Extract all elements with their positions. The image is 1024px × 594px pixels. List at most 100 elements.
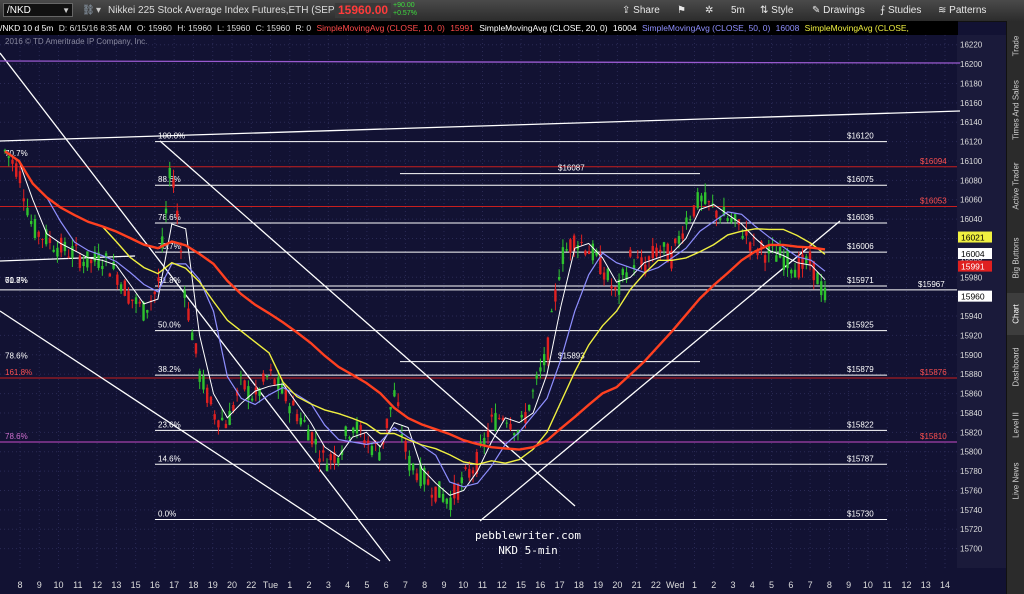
y-tick-label: 15760 xyxy=(960,486,983,495)
tab-dashboard[interactable]: Dashboard xyxy=(1007,335,1024,399)
x-tick-label: 15 xyxy=(516,580,526,590)
candle-body xyxy=(610,286,613,289)
price-tag-label: 16021 xyxy=(961,233,985,243)
x-tick-label: 10 xyxy=(54,580,64,590)
candle-body xyxy=(550,311,553,313)
level-label: $15876 xyxy=(920,368,947,377)
candle-body xyxy=(808,251,812,265)
studies-button[interactable]: ⨍ Studies xyxy=(880,0,921,21)
candle-body xyxy=(415,473,419,481)
candle-body xyxy=(520,414,523,418)
dropdown-icon[interactable]: ▾ xyxy=(96,0,101,21)
candle-body xyxy=(805,256,808,264)
candle-body xyxy=(539,367,542,372)
x-tick-label: Wed xyxy=(666,580,684,590)
candle-body xyxy=(393,390,396,397)
x-tick-label: Tue xyxy=(263,580,278,590)
tab-active-trader[interactable]: Active Trader xyxy=(1007,149,1024,223)
x-tick-label: 17 xyxy=(169,580,179,590)
chevron-down-icon[interactable]: ▼ xyxy=(62,4,70,18)
candle-body xyxy=(490,414,493,417)
gear-icon[interactable]: ✲ xyxy=(705,0,713,21)
candle-body xyxy=(355,421,359,434)
y-tick-label: 16160 xyxy=(960,99,983,108)
x-tick-label: 17 xyxy=(555,580,565,590)
y-tick-label: 16100 xyxy=(960,157,983,166)
y-tick-label: 15820 xyxy=(960,428,983,437)
fib-value-label: $15879 xyxy=(847,365,874,374)
right-sidebar: Trade Times And Sales Active Trader Big … xyxy=(1006,21,1024,594)
x-tick-label: 5 xyxy=(364,580,369,590)
candle-body xyxy=(67,256,70,258)
drawings-icon: ✎ xyxy=(812,5,824,16)
style-button[interactable]: ⇅ Style xyxy=(760,0,793,21)
fib-value-label: $16075 xyxy=(847,175,874,184)
price-tag-label: 15991 xyxy=(961,262,985,272)
x-tick-label: 7 xyxy=(403,580,408,590)
candle-body xyxy=(629,249,632,257)
fib-value-label: $16036 xyxy=(847,213,874,222)
candle-body xyxy=(220,417,224,421)
candle-body xyxy=(127,291,130,304)
tab-times-and-sales[interactable]: Times And Sales xyxy=(1007,71,1024,149)
candle-body xyxy=(344,426,347,437)
candle-body xyxy=(59,237,63,253)
candle-body xyxy=(52,249,55,252)
price-chart[interactable]: 8 9 10 11 12 13 15 16 17 18 19 20 22 Tue 1 2 3 4 5 6 7 8 9 10 11… xyxy=(0,21,1006,594)
studies-icon: ⨍ xyxy=(880,5,888,16)
candle-body xyxy=(209,396,213,405)
tab-trade[interactable]: Trade xyxy=(1007,21,1024,71)
x-tick-label: 7 xyxy=(808,580,813,590)
candle-body xyxy=(782,256,786,270)
y-tick-label: 15860 xyxy=(960,390,983,399)
y-tick-label: 15920 xyxy=(960,331,983,340)
link-icon[interactable]: ⛓ xyxy=(82,0,95,21)
candle-body xyxy=(7,156,10,158)
y-tick-label: 15780 xyxy=(960,467,983,476)
candle-body xyxy=(498,417,501,419)
candle-body xyxy=(606,268,610,281)
candle-body xyxy=(15,163,18,177)
candle-body xyxy=(666,243,669,263)
candle-body xyxy=(26,207,29,216)
flag-icon[interactable]: ⚑ xyxy=(677,0,686,21)
tab-chart[interactable]: Chart xyxy=(1007,293,1024,335)
candle-body xyxy=(187,308,190,321)
candle-body xyxy=(198,370,201,382)
candle-body xyxy=(685,217,688,225)
candle-body xyxy=(123,280,127,296)
candle-body xyxy=(468,468,471,478)
candle-body xyxy=(696,192,699,209)
drawings-button[interactable]: ✎ Drawings xyxy=(812,0,865,21)
toolbar: /NKD ▼ ⛓ ▾ Nikkei 225 Stock Average Inde… xyxy=(0,0,1024,22)
candle-body xyxy=(314,438,317,445)
candle-body xyxy=(411,463,415,471)
x-tick-label: 11 xyxy=(73,580,82,590)
x-tick-label: 12 xyxy=(901,580,911,590)
candle-body xyxy=(801,254,804,269)
timeframe-button[interactable]: 5m xyxy=(731,0,745,21)
candle-body xyxy=(265,376,269,378)
share-button[interactable]: ⇪ Share xyxy=(622,0,660,21)
tab-live-news[interactable]: Live News xyxy=(1007,451,1024,511)
candle-body xyxy=(486,430,490,437)
tab-level-ii[interactable]: Level II xyxy=(1007,399,1024,451)
candle-body xyxy=(288,406,291,414)
candle-body xyxy=(138,301,141,304)
candle-body xyxy=(681,233,684,239)
candle-body xyxy=(471,470,475,474)
candle-body xyxy=(528,404,531,411)
patterns-button[interactable]: ≋ Patterns xyxy=(938,0,986,21)
candle-body xyxy=(823,287,827,301)
candle-body xyxy=(580,241,583,243)
tab-big-buttons[interactable]: Big Buttons xyxy=(1007,223,1024,293)
fib-value-label: $15925 xyxy=(847,321,874,330)
x-tick-label: 8 xyxy=(17,580,22,590)
level-label: $15810 xyxy=(920,432,947,441)
x-tick-label: 10 xyxy=(458,580,468,590)
symbol-input[interactable]: /NKD ▼ xyxy=(3,3,73,17)
candle-body xyxy=(33,219,37,238)
candle-body xyxy=(542,354,546,366)
fib-value-label: $16006 xyxy=(847,242,874,251)
y-tick-label: 15900 xyxy=(960,351,983,360)
